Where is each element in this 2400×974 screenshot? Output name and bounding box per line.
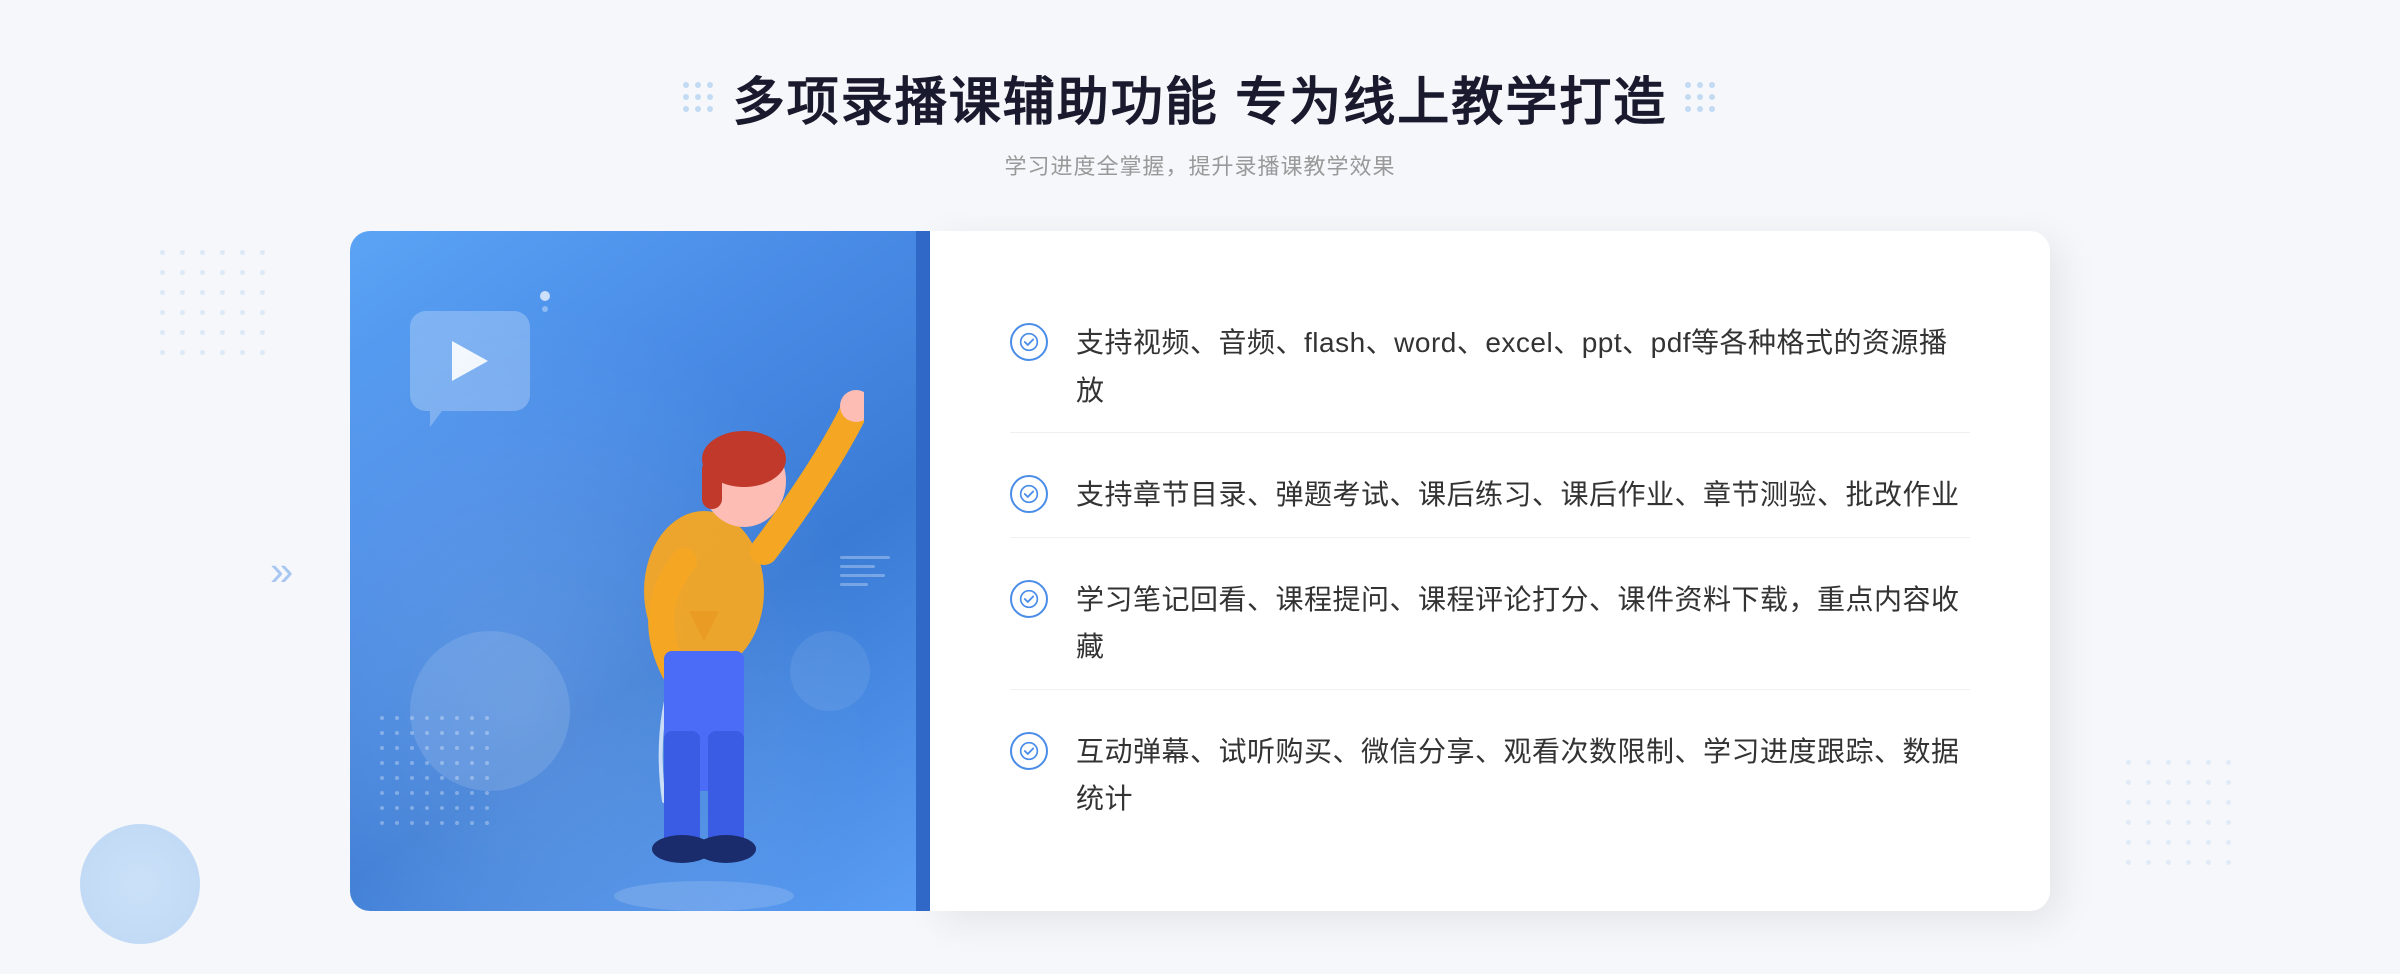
check-icon-4 (1010, 732, 1048, 770)
bg-dots-right (2126, 760, 2240, 874)
title-row: 多项录播课辅助功能 专为线上教学打造 (683, 60, 1717, 135)
left-arrows-icon: » (270, 547, 285, 595)
content-area: » (350, 231, 2050, 911)
checkmark-icon-2 (1019, 484, 1039, 504)
feature-item-4: 互动弹幕、试听购买、微信分享、观看次数限制、学习进度跟踪、数据统计 (1010, 710, 1970, 841)
page-wrapper: 多项录播课辅助功能 专为线上教学打造 学习进度全掌握，提升录播课教学效果 » (0, 0, 2400, 974)
left-decor-grid (683, 82, 715, 114)
feature-text-3: 学习笔记回看、课程提问、课程评论打分、课件资料下载，重点内容收藏 (1076, 576, 1970, 671)
header-section: 多项录播课辅助功能 专为线上教学打造 学习进度全掌握，提升录播课教学效果 (683, 60, 1717, 181)
features-card: 支持视频、音频、flash、word、excel、ppt、pdf等各种格式的资源… (930, 231, 2050, 911)
illustration-card (350, 231, 930, 911)
main-title: 多项录播课辅助功能 专为线上教学打造 (733, 60, 1667, 135)
vertical-bar (916, 231, 930, 911)
feature-text-2: 支持章节目录、弹题考试、课后练习、课后作业、章节测验、批改作业 (1076, 471, 1960, 519)
right-decor-grid (1685, 82, 1717, 114)
check-icon-1 (1010, 323, 1048, 361)
feature-text-4: 互动弹幕、试听购买、微信分享、观看次数限制、学习进度跟踪、数据统计 (1076, 728, 1970, 823)
checkmark-icon-3 (1019, 589, 1039, 609)
play-bubble (410, 311, 530, 411)
feature-text-1: 支持视频、音频、flash、word、excel、ppt、pdf等各种格式的资源… (1076, 319, 1970, 414)
checkmark-icon-4 (1019, 741, 1039, 761)
feature-item-2: 支持章节目录、弹题考试、课后练习、课后作业、章节测验、批改作业 (1010, 453, 1970, 538)
sparkle-decoration (540, 291, 550, 312)
feature-item-3: 学习笔记回看、课程提问、课程评论打分、课件资料下载，重点内容收藏 (1010, 558, 1970, 690)
bg-dots-left (160, 250, 274, 364)
blue-blob-decoration (80, 824, 200, 944)
play-icon (452, 341, 488, 381)
sub-title: 学习进度全掌握，提升录播课教学效果 (1004, 149, 1395, 181)
check-icon-2 (1010, 475, 1048, 513)
feature-item-1: 支持视频、音频、flash、word、excel、ppt、pdf等各种格式的资源… (1010, 301, 1970, 433)
human-figure (544, 351, 864, 911)
check-icon-3 (1010, 580, 1048, 618)
checkmark-icon-1 (1019, 332, 1039, 352)
